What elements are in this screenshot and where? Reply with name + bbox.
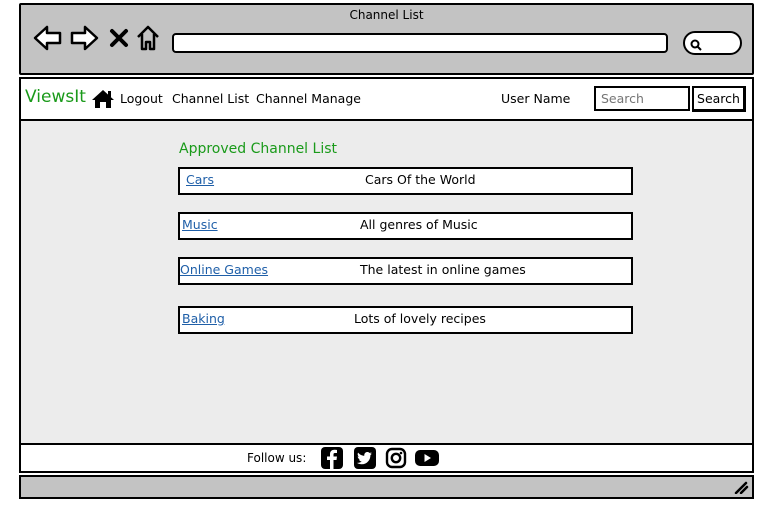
home-icon[interactable] bbox=[91, 89, 115, 109]
back-arrow-icon[interactable] bbox=[33, 24, 63, 52]
magnifier-icon bbox=[690, 39, 702, 51]
nav-channel-manage[interactable]: Channel Manage bbox=[256, 91, 361, 106]
channel-link[interactable]: Cars bbox=[186, 172, 214, 187]
channel-description: Lots of lovely recipes bbox=[354, 311, 486, 326]
youtube-icon[interactable] bbox=[414, 447, 440, 469]
follow-label: Follow us: bbox=[247, 451, 307, 465]
channel-row-cars: Cars Cars Of the World bbox=[178, 167, 633, 195]
section-title: Approved Channel List bbox=[179, 141, 337, 157]
twitter-icon[interactable] bbox=[354, 447, 376, 469]
brand-logo[interactable]: ViewsIt bbox=[25, 87, 86, 107]
user-name: User Name bbox=[501, 91, 571, 106]
channel-link[interactable]: Online Games bbox=[180, 262, 268, 277]
channel-link[interactable]: Baking bbox=[182, 311, 225, 326]
resize-handle-icon[interactable] bbox=[733, 480, 749, 494]
status-bar bbox=[19, 475, 754, 499]
close-icon[interactable] bbox=[108, 27, 130, 49]
forward-arrow-icon[interactable] bbox=[69, 24, 99, 52]
nav-channel-list[interactable]: Channel List bbox=[172, 91, 249, 106]
facebook-icon[interactable] bbox=[321, 447, 343, 469]
channel-row-online-games: Online Games The latest in online games bbox=[178, 257, 633, 285]
nav-logout[interactable]: Logout bbox=[120, 91, 163, 106]
channel-link[interactable]: Music bbox=[182, 217, 218, 232]
channel-row-music: Music All genres of Music bbox=[178, 212, 633, 240]
window-title: Channel List bbox=[349, 8, 424, 22]
channel-description: Cars Of the World bbox=[365, 172, 476, 187]
instagram-icon[interactable] bbox=[385, 447, 407, 469]
browser-search-field[interactable] bbox=[683, 31, 742, 55]
search-input[interactable] bbox=[594, 86, 690, 111]
home-outline-icon[interactable] bbox=[135, 24, 161, 52]
channel-row-baking: Baking Lots of lovely recipes bbox=[178, 306, 633, 334]
channel-description: The latest in online games bbox=[360, 262, 526, 277]
url-bar[interactable] bbox=[172, 33, 668, 53]
search-button[interactable]: Search bbox=[692, 86, 746, 112]
channel-description: All genres of Music bbox=[360, 217, 478, 232]
